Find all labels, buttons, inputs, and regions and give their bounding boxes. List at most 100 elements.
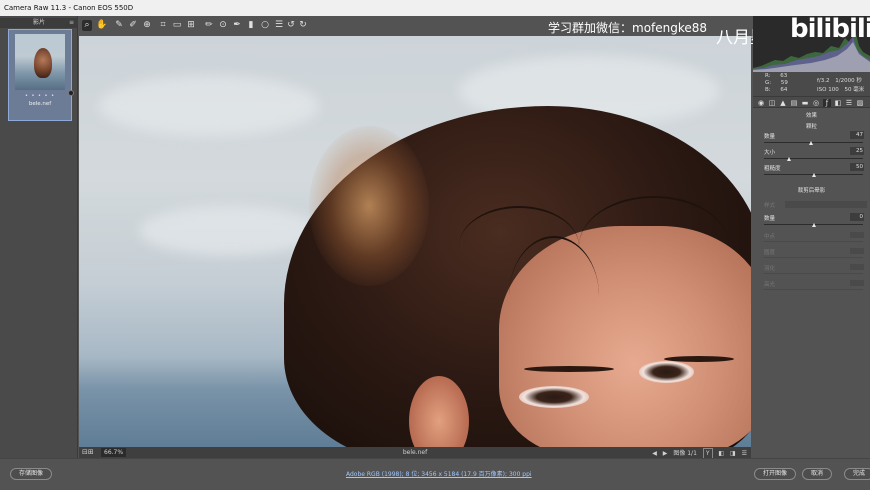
r-label: R: (765, 73, 771, 79)
grain-slider-thumb[interactable] (811, 173, 816, 177)
rotate-right-icon[interactable]: ↻ (298, 20, 308, 31)
targeted-adjustment-icon[interactable]: ⊕ (142, 20, 152, 31)
vignette-amount-slider-thumb[interactable] (811, 223, 816, 227)
adjustment-brush-icon[interactable]: ✒ (232, 20, 242, 31)
vignette-disabled-value (850, 264, 864, 270)
presets-tab-icon[interactable]: ☰ (845, 99, 853, 107)
grain-slider-track[interactable] (764, 142, 863, 143)
workflow-options-link[interactable]: Adobe RGB (1998); 8 位; 3456 x 5184 (17.9… (346, 469, 532, 478)
thumbnail-image (15, 34, 65, 90)
done-button[interactable]: 完成 (844, 468, 870, 480)
image-counter: 图像 1/1 (673, 450, 697, 457)
grain-slider-track[interactable] (764, 158, 863, 159)
b-label: B: (765, 87, 771, 93)
vignette-style-label: 样式 (764, 203, 776, 209)
filmstrip-panel: 影片 ≡ • • • • • bele.nef (0, 16, 78, 458)
view-options-icon[interactable]: ☰ (742, 450, 747, 457)
camera-raw-window: Camera Raw 11.3 - Canon EOS 550D 影片 ≡ • … (0, 0, 870, 490)
vignette-disabled-label: 羽化 (764, 266, 776, 272)
lens-tab-icon[interactable]: ◎ (812, 99, 820, 107)
r-value: 63 (780, 73, 788, 79)
preferences-icon[interactable]: ☰ (274, 20, 284, 31)
calibration-tab-icon[interactable]: ◧ (834, 99, 842, 107)
canvas-status-bar: ⊟⊞ 66.7% bele.nef ◀ ▶ 图像 1/1 Y ◧ ◨ ☰ (79, 447, 751, 459)
detail-tab-icon[interactable]: ▲ (779, 99, 787, 107)
image-canvas[interactable] (79, 36, 751, 447)
zoom-icon[interactable]: ⌕ (82, 20, 92, 31)
open-image-button[interactable]: 打开图像 (754, 468, 797, 480)
info-readout: R: 63 G: 59 B: 64 f/3.2 1/2000 秒 ISO 100… (753, 72, 870, 96)
next-image-icon[interactable]: ▶ (663, 450, 668, 457)
panel-tab-bar: ◉ ◫ ▲ ▤ ▬ ◎ ƒ ◧ ☰ ▨ (753, 96, 870, 108)
thumbnail-filename: bele.nef (28, 101, 52, 107)
window-title: Camera Raw 11.3 - Canon EOS 550D (0, 0, 870, 16)
filmstrip-menu-icon[interactable]: ≡ (69, 18, 74, 28)
photo-cloud (139, 206, 319, 256)
g-label: G: (765, 80, 772, 86)
red-eye-icon[interactable]: ⊙ (218, 20, 228, 31)
shutter-value: 1/2000 秒 (835, 78, 862, 84)
filmstrip-thumbnail[interactable]: • • • • • bele.nef (8, 29, 74, 121)
grain-slider-thumb[interactable] (786, 157, 791, 161)
grain-slider-value[interactable]: 25 (850, 147, 864, 155)
grain-slider-value[interactable]: 47 (850, 131, 864, 139)
hsl-tab-icon[interactable]: ▤ (790, 99, 798, 107)
aperture-value: f/3.2 (817, 78, 830, 84)
grain-slider-thumb[interactable] (808, 141, 813, 145)
vignette-disabled-label: 中点 (764, 234, 776, 240)
effects-panel: 效果 颗粒 裁剪后晕影 样式 数量 0 数量 47 大小 25 粗糙度 50 中点 圆度 羽化高… (753, 108, 870, 458)
g-value: 59 (780, 80, 788, 86)
filmstrip-title: 影片 (32, 19, 45, 26)
snapshots-tab-icon[interactable]: ▨ (856, 99, 864, 107)
tone-curve-tab-icon[interactable]: ◫ (768, 99, 776, 107)
cancel-button[interactable]: 取消 (802, 468, 833, 480)
white-balance-icon[interactable]: ✎ (114, 20, 124, 31)
vignette-disabled-value (850, 280, 864, 286)
previous-image-icon[interactable]: ◀ (652, 450, 657, 457)
radial-filter-icon[interactable]: ○ (260, 20, 270, 31)
transform-icon[interactable]: ⊞ (186, 20, 196, 31)
vignette-amount-value[interactable]: 0 (850, 213, 864, 221)
photo-cloud (99, 76, 319, 136)
photo-eye (519, 386, 589, 408)
histogram: bilibili (753, 16, 870, 72)
grain-slider-label: 大小 (764, 150, 776, 156)
graduated-filter-icon[interactable]: ▮ (246, 20, 256, 31)
filmstrip-header: 影片 ≡ (0, 18, 78, 28)
vignette-style-select[interactable] (785, 201, 867, 208)
rotate-left-icon[interactable]: ↺ (286, 20, 296, 31)
grain-slider-label: 数量 (764, 134, 776, 140)
save-image-button[interactable]: 存储图像 (10, 468, 53, 480)
vignette-disabled-slider (764, 241, 863, 242)
photo-hair-strand (579, 196, 729, 296)
copy-settings-icon[interactable]: ◨ (730, 450, 736, 457)
grain-slider-value[interactable]: 50 (850, 163, 864, 171)
bilibili-logo: bilibili (790, 16, 870, 44)
crop-icon[interactable]: ⌗ (158, 20, 168, 31)
photo-hair-highlight (309, 126, 429, 286)
grain-section-title: 颗粒 (805, 124, 817, 130)
swap-settings-icon[interactable]: ◧ (718, 450, 724, 457)
thumbnail-subject (34, 48, 52, 78)
vignette-amount-label: 数量 (764, 216, 776, 222)
vignette-disabled-slider (764, 257, 863, 258)
vignette-disabled-label: 圆度 (764, 250, 776, 256)
effects-tab-icon[interactable]: ƒ (823, 99, 831, 107)
spot-removal-icon[interactable]: ✏ (204, 20, 214, 31)
vignette-section-title: 裁剪后晕影 (797, 188, 826, 194)
hand-icon[interactable]: ✋ (96, 20, 107, 31)
basic-tab-icon[interactable]: ◉ (757, 99, 765, 107)
split-toning-tab-icon[interactable]: ▬ (801, 99, 809, 107)
vignette-disabled-value (850, 248, 864, 254)
panel-title: 效果 (805, 113, 817, 119)
vignette-disabled-value (850, 232, 864, 238)
focal-length-value: 50 毫米 (844, 87, 865, 93)
vignette-disabled-slider (764, 273, 863, 274)
b-value: 64 (780, 87, 788, 93)
edited-badge-icon (68, 90, 74, 96)
watermark-text: 学习群加微信：mofengke88 (548, 21, 708, 35)
color-sampler-icon[interactable]: ✐ (128, 20, 138, 31)
thumbnail-rating[interactable]: • • • • • (9, 93, 71, 99)
straighten-icon[interactable]: ▭ (172, 20, 182, 31)
vignette-disabled-label: 高光 (764, 282, 776, 288)
